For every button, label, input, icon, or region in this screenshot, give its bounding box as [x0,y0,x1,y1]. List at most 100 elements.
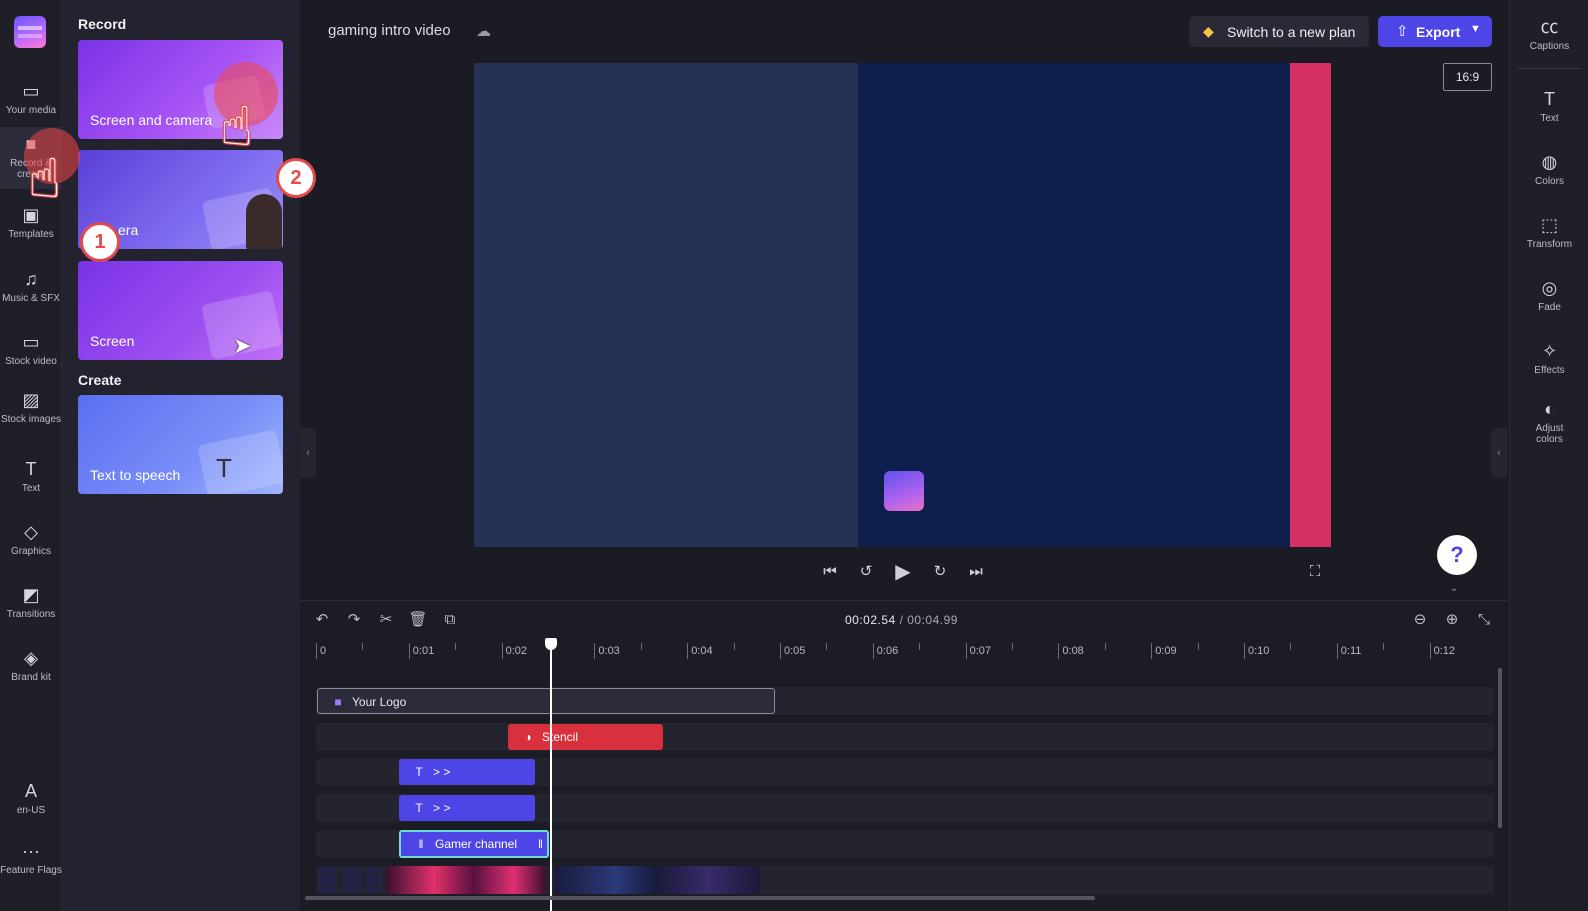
step-badge-2: 2 [276,158,316,198]
drag-handle-icon[interactable]: ‖ [538,832,543,856]
ruler-label: 0:02 [505,645,528,657]
nav-transitions[interactable]: ◩ Transitions [0,578,62,638]
ruler-tick [1058,643,1060,659]
clip-text-1[interactable]: T > > [399,759,535,785]
create-heading: Create [78,372,122,388]
step-badge-1: 1 [80,222,120,262]
transform-icon: ⬚ [1540,215,1558,235]
prop-adjust-colors[interactable]: ◐ Adjust colors [1510,390,1588,456]
video-clip[interactable] [342,866,360,894]
play-icon[interactable]: ▶ [892,561,914,583]
text-icon: T [1544,89,1555,109]
prop-captions[interactable]: ㏄ Captions [1510,8,1588,68]
image-icon: ▨ [22,390,40,410]
ruler-label: 0:08 [1062,645,1084,657]
prop-text[interactable]: T Text [1510,80,1588,140]
collapse-panel-button[interactable]: ‹ [300,428,316,478]
skip-forward-icon[interactable]: ⏭ [965,561,987,583]
scissors-icon[interactable]: ✂ [376,610,396,630]
nav-graphics[interactable]: ◇ Graphics [0,515,62,575]
nav-language[interactable]: A en-US [0,774,62,834]
ruler-tick [1151,643,1153,659]
chevron-down-icon[interactable]: ⌄ [1450,583,1458,594]
nav-feature-flags[interactable]: ··· Feature Flags [0,834,62,900]
video-clip[interactable] [366,866,381,894]
video-clips[interactable] [316,866,760,894]
logo-thumb-icon: ■ [334,695,342,709]
prop-effects[interactable]: ✧ Effects [1510,332,1588,392]
nav-music-sfx[interactable]: ♫ Music & SFX [0,262,62,322]
timeline-ruler[interactable]: 0 0:01 0:02 0:03 0:04 0:05 0:06 0:07 0:08 0:09 0:1… [316,643,1494,665]
stencil-icon: ◑ [524,730,532,744]
total-time: / 00:04.99 [899,613,958,627]
clip-text-2[interactable]: T > > [399,795,535,821]
prop-transform[interactable]: ⬚ Transform [1510,206,1588,266]
clip-stencil[interactable]: ◑ Stencil [508,724,663,750]
rewind-5-icon[interactable]: ↺ [855,561,877,583]
horizontal-scrollbar[interactable] [305,896,1095,900]
card-text-to-speech[interactable]: T Text to speech [78,395,283,494]
current-time: 00:02.54 [845,613,896,627]
video-clip[interactable] [318,866,336,894]
properties-nav: ㏄ Captions T Text ◍ Colors ⬚ Transform ◎… [1509,0,1588,911]
video-clip-gaming[interactable] [554,866,760,894]
app-logo[interactable] [14,16,46,48]
project-title[interactable]: gaming intro video [328,22,451,39]
nav-brand-kit[interactable]: ◈ Brand kit [0,641,62,701]
ruler-label: 0:07 [969,645,992,657]
collapse-timeline-icon[interactable]: ⤡ [1474,610,1494,630]
track-text-2: T > > [316,794,1494,822]
track-text-1: T > > [316,758,1494,786]
redo-icon[interactable]: ↷ [344,610,364,630]
brand-icon: ◈ [24,648,38,668]
palette-icon: ◍ [1541,152,1558,172]
aspect-ratio-button[interactable]: 16:9 [1443,63,1492,91]
effects-icon: ✧ [1541,341,1558,361]
switch-plan-button[interactable]: ◆ Switch to a new plan [1189,16,1369,47]
ruler-minor-tick [1104,643,1106,650]
clip-your-logo[interactable]: ■ Your Logo [317,688,775,714]
export-button[interactable]: ⇧ Export ▼ [1378,16,1492,47]
delete-icon[interactable]: 🗑 [408,610,428,630]
nav-your-media[interactable]: ▭ Your media [0,74,62,134]
record-create-panel: Record Screen and camera era Screen Crea… [62,0,300,911]
zoom-out-icon[interactable]: ⊖ [1410,610,1430,630]
record-heading: Record [78,16,127,32]
nav-stock-video[interactable]: ▭ Stock video [0,325,62,385]
film-icon: ▭ [22,332,40,352]
nav-text[interactable]: T Text [0,452,62,512]
fullscreen-icon[interactable]: ⛶ [1304,561,1326,583]
playhead[interactable] [545,638,557,911]
undo-icon[interactable]: ↶ [312,610,332,630]
track-logo: ■ Your Logo [316,687,1494,715]
ruler-label: 0:11 [1340,645,1362,657]
clip-gamer-channel[interactable]: ‖ Gamer channel ‖ [399,830,549,858]
card-screen[interactable]: Screen [78,261,283,360]
ruler-minor-tick [640,643,642,650]
video-preview[interactable] [474,63,1331,547]
music-icon: ♫ [24,269,38,289]
ruler-label: 0:03 [598,645,620,657]
ruler-tick [316,643,317,659]
ruler-tick [1336,643,1338,659]
video-clip-neon[interactable] [386,866,546,894]
preview-left-panel [474,63,858,547]
preview-right-stripe [1290,63,1331,547]
prop-fade[interactable]: ◎ Fade [1510,269,1588,329]
drag-handle-icon[interactable]: ‖ [413,832,429,856]
collapse-properties-button[interactable]: ‹ [1491,428,1507,478]
nav-stock-images[interactable]: ▨ Stock images [0,383,62,449]
ruler-label: 0:06 [876,645,899,657]
ruler-label: 0:10 [1248,645,1270,657]
help-button[interactable]: ? [1437,535,1477,575]
skip-back-icon[interactable]: ⏮ [819,561,841,583]
duplicate-icon[interactable]: ⧉ [440,610,460,630]
ruler-minor-tick [1383,643,1385,650]
text-icon: T [25,459,37,479]
zoom-in-icon[interactable]: ⊕ [1442,610,1462,630]
ruler-minor-tick [733,643,735,650]
forward-5-icon[interactable]: ↻ [929,561,951,583]
vertical-scrollbar[interactable] [1498,668,1502,828]
fade-icon: ◎ [1541,278,1558,298]
prop-colors[interactable]: ◍ Colors [1510,143,1588,203]
